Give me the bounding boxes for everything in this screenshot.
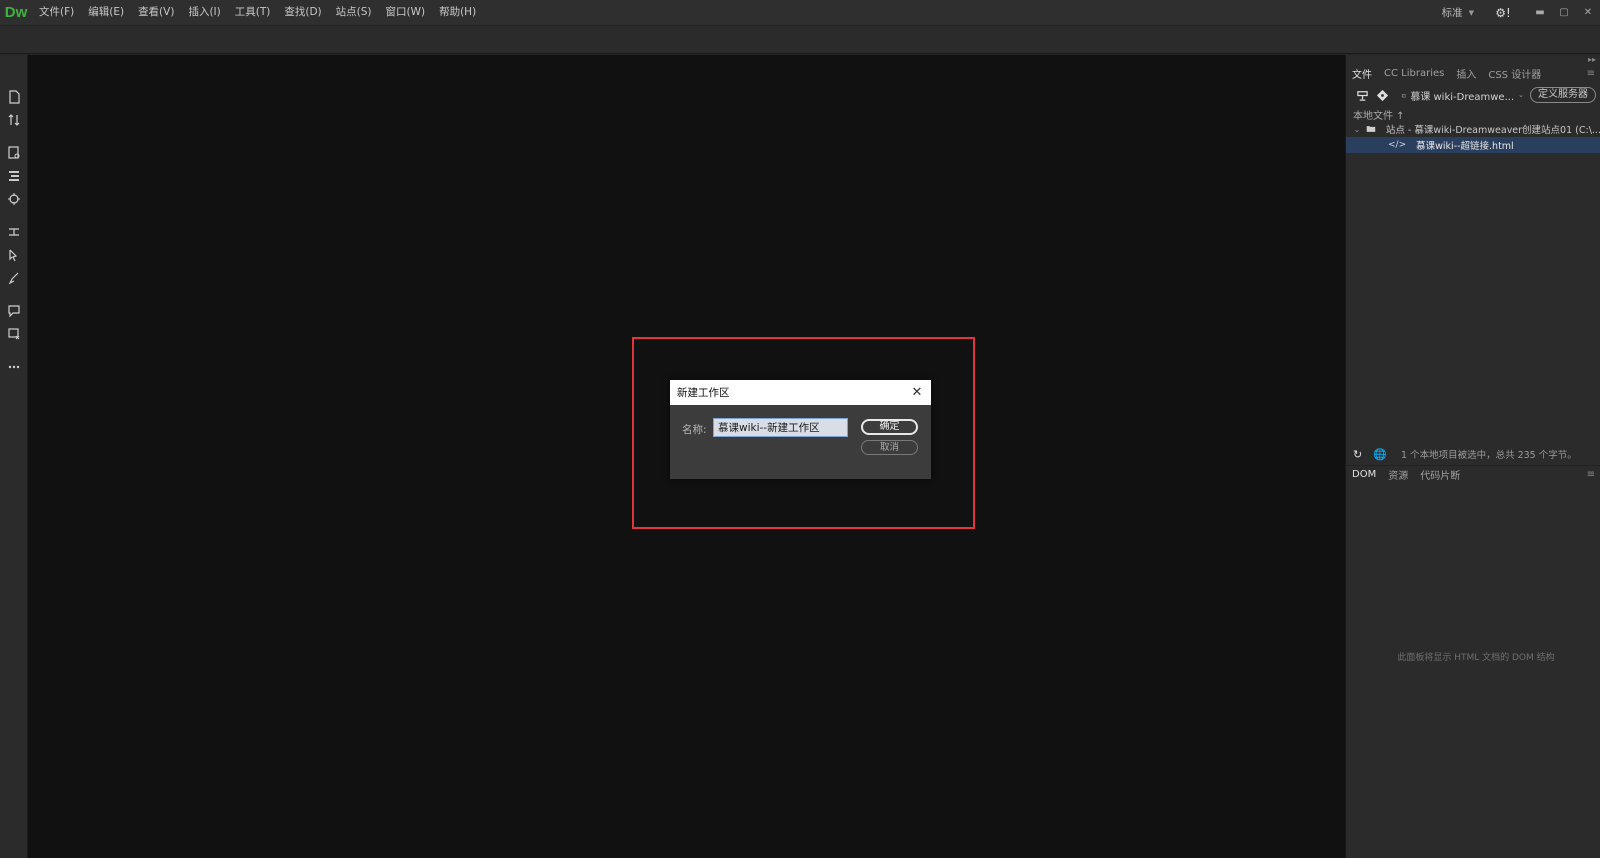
expand-all-icon[interactable] xyxy=(0,220,28,243)
new-workspace-dialog: 新建工作区 ✕ 名称: 确定 取消 xyxy=(670,380,931,479)
file-tree: ⌄ 站点 - 慕课wiki-Dreamweaver创建站点01 (C:\... … xyxy=(1346,121,1600,153)
tree-row-label: 慕课wiki--超链接.html xyxy=(1416,141,1514,152)
tree-row-file[interactable]: </> 慕课wiki--超链接.html xyxy=(1346,137,1600,153)
chevron-down-icon: ▼ xyxy=(1468,8,1474,17)
menu-insert[interactable]: 插入(I) xyxy=(181,0,227,25)
folder-icon xyxy=(1366,126,1376,132)
tab-cc-libraries[interactable]: CC Libraries xyxy=(1384,68,1444,79)
file-management-icon[interactable] xyxy=(0,108,28,131)
status-text: 1 个本地项目被选中，总共 235 个字节。 xyxy=(1401,450,1577,461)
more-tools-icon[interactable] xyxy=(0,355,28,378)
files-status-bar: ↻ 🌐 1 个本地项目被选中，总共 235 个字节。 xyxy=(1346,445,1600,463)
dreamweaver-logo: Dw xyxy=(4,4,28,21)
tab-files[interactable]: 文件 xyxy=(1352,66,1372,81)
code-file-icon: </> xyxy=(1388,140,1407,150)
files-toolbar: 慕课 wiki-Dreamwe... ⌄ 定义服务器 xyxy=(1346,84,1600,106)
globe-icon[interactable]: 🌐 xyxy=(1373,448,1393,461)
tab-dom[interactable]: DOM xyxy=(1352,469,1376,480)
cancel-button[interactable]: 取消 xyxy=(861,440,918,455)
brush-icon[interactable] xyxy=(0,266,28,289)
workspace-name-input[interactable] xyxy=(713,418,848,437)
connect-icon[interactable] xyxy=(1352,86,1372,104)
tree-row-label: 站点 - 慕课wiki-Dreamweaver创建站点01 (C:\... xyxy=(1385,125,1600,136)
local-files-header[interactable]: 本地文件 ↑ xyxy=(1353,107,1405,122)
menu-view[interactable]: 查看(V) xyxy=(131,0,181,25)
define-server-button[interactable]: 定义服务器 xyxy=(1530,87,1596,103)
dialog-title: 新建工作区 xyxy=(677,387,730,399)
menu-bar: Dw 文件(F) 编辑(E) 查看(V) 插入(I) 工具(T) 查找(D) 站… xyxy=(0,0,1600,25)
close-icon[interactable]: ✕ xyxy=(910,385,924,400)
close-window-icon[interactable]: ✕ xyxy=(1576,0,1600,25)
menu-help[interactable]: 帮助(H) xyxy=(432,0,483,25)
chevron-down-icon: ⌄ xyxy=(1518,91,1524,99)
comment-icon[interactable] xyxy=(0,299,28,322)
menu-tools[interactable]: 工具(T) xyxy=(228,0,278,25)
site-select-value: 慕课 wiki-Dreamwe... xyxy=(1410,91,1515,103)
workspace-label: 标准 xyxy=(1441,7,1463,19)
menu-site[interactable]: 站点(S) xyxy=(329,0,379,25)
tab-assets[interactable]: 资源 xyxy=(1388,467,1408,482)
wrap-tag-icon[interactable] xyxy=(0,243,28,266)
git-icon[interactable] xyxy=(1372,86,1392,104)
menu-window[interactable]: 窗口(W) xyxy=(379,0,433,25)
select-parent-icon[interactable] xyxy=(0,187,28,210)
dreamweaver-window: Dw 文件(F) 编辑(E) 查看(V) 插入(I) 工具(T) 查找(D) 站… xyxy=(0,0,1600,858)
panel-menu-icon[interactable]: ≡ xyxy=(1587,68,1595,79)
menubar-right: 标准 ▼ ⚙! ▬ ▢ ✕ xyxy=(1428,0,1600,25)
open-documents-icon[interactable] xyxy=(0,85,28,108)
menu-find[interactable]: 查找(D) xyxy=(277,0,328,25)
right-panel: ▸▸ 文件 CC Libraries 插入 CSS 设计器 ≡ 慕课 wiki-… xyxy=(1345,55,1600,858)
refresh-icon[interactable]: ↻ xyxy=(1353,448,1373,461)
format-source-icon[interactable] xyxy=(0,164,28,187)
minimize-icon[interactable]: ▬ xyxy=(1528,0,1552,25)
left-toolbar xyxy=(0,55,28,858)
menu-edit[interactable]: 编辑(E) xyxy=(81,0,131,25)
name-label: 名称: xyxy=(682,424,707,436)
document-toolbar xyxy=(0,25,1600,54)
collapse-panel-icon[interactable]: ▸▸ xyxy=(1588,55,1596,64)
tree-row-site[interactable]: ⌄ 站点 - 慕课wiki-Dreamweaver创建站点01 (C:\... xyxy=(1346,121,1600,137)
files-panel-tabs: 文件 CC Libraries 插入 CSS 设计器 ≡ xyxy=(1346,65,1600,82)
live-view-options-icon[interactable] xyxy=(0,141,28,164)
dialog-body: 名称: 确定 取消 xyxy=(670,405,931,479)
gear-icon[interactable]: ⚙! xyxy=(1488,6,1518,20)
folder-icon xyxy=(1402,93,1407,97)
dom-panel-tabs: DOM 资源 代码片断 ≡ xyxy=(1346,465,1600,482)
panel-menu-icon[interactable]: ≡ xyxy=(1587,469,1595,480)
tab-insert[interactable]: 插入 xyxy=(1456,66,1476,81)
tab-css-designer[interactable]: CSS 设计器 xyxy=(1488,66,1541,81)
ok-button[interactable]: 确定 xyxy=(861,419,918,435)
dialog-titlebar: 新建工作区 ✕ xyxy=(670,380,931,405)
remove-comment-icon[interactable] xyxy=(0,322,28,345)
site-select[interactable]: 慕课 wiki-Dreamwe... ⌄ xyxy=(1402,88,1524,103)
chevron-down-icon[interactable]: ⌄ xyxy=(1352,125,1362,134)
dom-empty-message: 此面板将显示 HTML 文档的 DOM 结构 xyxy=(1397,653,1555,663)
tab-snippets[interactable]: 代码片断 xyxy=(1420,467,1460,482)
menu-file[interactable]: 文件(F) xyxy=(32,0,81,25)
maximize-icon[interactable]: ▢ xyxy=(1552,0,1576,25)
workspace-switcher[interactable]: 标准 ▼ xyxy=(1428,5,1488,20)
